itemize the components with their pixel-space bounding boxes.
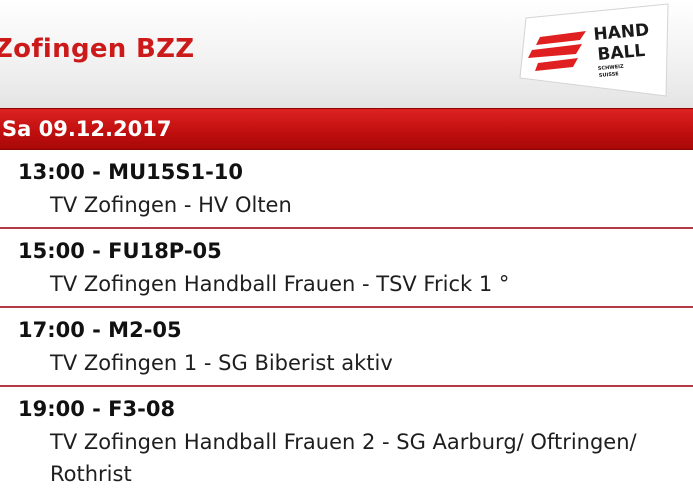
match-teams: TV Zofingen Handball Frauen 2 - SG Aarbu…	[50, 430, 637, 486]
match-list: 13:00 - MU15S1-10 TV Zofingen - HV Olten…	[0, 150, 693, 496]
match-teams: TV Zofingen Handball Frauen - TSV Frick …	[50, 272, 510, 296]
match-teams: TV Zofingen - HV Olten	[50, 193, 292, 217]
match-time-code: 19:00 - F3-08	[18, 397, 176, 421]
match-time-code: 17:00 - M2-05	[18, 318, 182, 342]
match-teams: TV Zofingen 1 - SG Biberist aktiv	[50, 351, 393, 375]
match-time-code: 13:00 - MU15S1-10	[18, 160, 244, 184]
date-bar: Sa 09.12.2017	[0, 108, 693, 150]
header: Zofingen BZZ HAND BALL SCHWEIZ SUISSE	[0, 0, 693, 108]
match-item[interactable]: 19:00 - F3-08 TV Zofingen Handball Fraue…	[0, 387, 693, 496]
logo-text-ball: BALL	[597, 41, 647, 65]
match-time-code: 15:00 - FU18P-05	[18, 239, 222, 263]
match-item[interactable]: 17:00 - M2-05 TV Zofingen 1 - SG Biberis…	[0, 308, 693, 387]
match-item[interactable]: 13:00 - MU15S1-10 TV Zofingen - HV Olten	[0, 150, 693, 229]
match-item[interactable]: 15:00 - FU18P-05 TV Zofingen Handball Fr…	[0, 229, 693, 308]
handball-logo-icon: HAND BALL SCHWEIZ SUISSE	[519, 3, 669, 97]
page-title: Zofingen BZZ	[0, 34, 195, 64]
